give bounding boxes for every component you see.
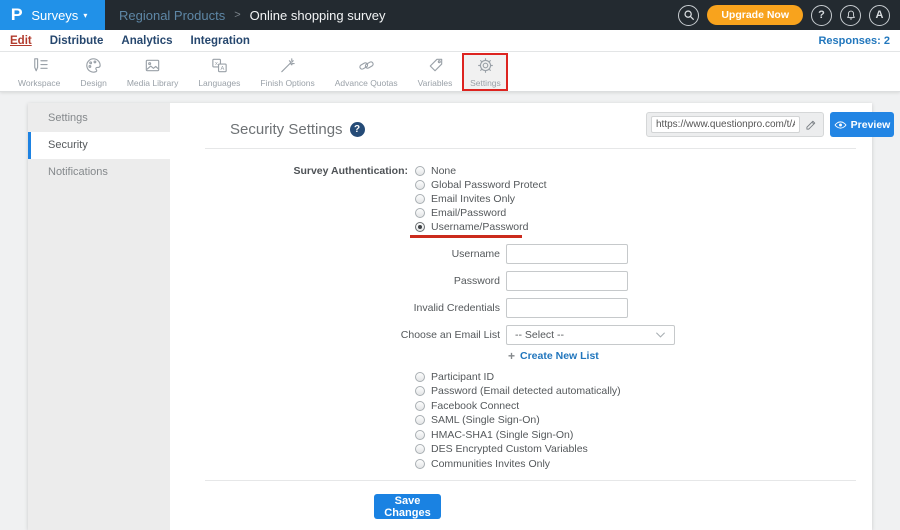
toolbar-item-media-library[interactable]: Media Library — [117, 53, 189, 91]
eye-icon — [834, 120, 847, 129]
avatar[interactable]: A — [869, 4, 890, 26]
toolbar-item-design[interactable]: Design — [70, 53, 116, 91]
finish-options-icon — [281, 57, 295, 72]
responses-count[interactable]: Responses: 2 — [818, 35, 890, 47]
radio-option-facebook-connect[interactable]: Facebook Connect — [415, 399, 872, 414]
bell-icon — [846, 10, 855, 20]
radio-icon-selected[interactable] — [415, 222, 425, 232]
nav-tab-analytics[interactable]: Analytics — [121, 35, 172, 47]
invalid-credentials-label: Invalid Credentials — [413, 301, 500, 314]
radio-icon[interactable] — [415, 208, 425, 218]
radio-option-username-password[interactable]: Username/Password — [415, 220, 547, 234]
email-list-label: Choose an Email List — [400, 328, 500, 341]
plus-icon: + — [508, 349, 516, 363]
username-label: Username — [451, 247, 500, 260]
radio-option-communities-invites-only[interactable]: Communities Invites Only — [415, 457, 872, 472]
chevron-down-icon — [655, 331, 666, 338]
save-changes-button[interactable]: Save Changes — [374, 494, 441, 519]
sidebar-item-settings[interactable]: Settings — [28, 105, 170, 132]
survey-nav: Edit Distribute Analytics Integration Re… — [0, 30, 900, 52]
search-button[interactable] — [678, 4, 700, 26]
preview-button[interactable]: Preview — [830, 112, 894, 137]
toolbar-item-languages[interactable]: x A Languages — [188, 53, 250, 91]
radio-icon[interactable] — [415, 444, 425, 455]
languages-icon: x A — [212, 58, 227, 72]
radio-icon[interactable] — [415, 386, 425, 397]
workspace-icon — [33, 57, 48, 71]
toolbar-item-variables[interactable]: Variables — [408, 53, 463, 91]
edit-pencil-icon[interactable] — [805, 119, 817, 131]
breadcrumb-current: Online shopping survey — [249, 7, 386, 23]
surveys-menu[interactable]: P Surveys ▾ — [0, 0, 105, 30]
help-button[interactable]: ? — [811, 4, 832, 26]
help-question-icon[interactable]: ? — [349, 121, 365, 137]
radio-option-des-encrypted-variables[interactable]: DES Encrypted Custom Variables — [415, 442, 872, 457]
radio-option-hmac-sha1-sso[interactable]: HMAC-SHA1 (Single Sign-On) — [415, 428, 872, 443]
breadcrumb-project[interactable]: Regional Products — [119, 8, 225, 23]
password-label: Password — [453, 274, 500, 287]
radio-icon[interactable] — [415, 371, 425, 382]
radio-icon[interactable] — [415, 194, 425, 204]
security-settings-pane: Security Settings ? Survey Authenticatio… — [170, 103, 872, 530]
radio-option-email-password[interactable]: Email/Password — [415, 206, 547, 220]
radio-option-global-password-protect[interactable]: Global Password Protect — [415, 178, 547, 192]
page-title: Security Settings — [230, 120, 343, 138]
username-field[interactable] — [506, 243, 628, 264]
upgrade-now-button[interactable]: Upgrade Now — [707, 5, 803, 25]
create-new-list-link[interactable]: + Create New List — [508, 349, 872, 363]
radio-icon[interactable] — [415, 458, 425, 469]
media-library-icon — [145, 59, 160, 71]
questionpro-logo: P — [10, 5, 23, 24]
svg-text:x: x — [215, 61, 218, 67]
toolbar-item-finish-options[interactable]: Finish Options — [250, 53, 324, 91]
top-bar: P Surveys ▾ Regional Products > Online s… — [0, 0, 900, 30]
radio-option-email-invites-only[interactable]: Email Invites Only — [415, 192, 547, 206]
email-list-select[interactable]: -- Select -- — [506, 324, 675, 345]
nav-tab-distribute[interactable]: Distribute — [50, 35, 104, 47]
password-field[interactable] — [506, 270, 628, 291]
caret-down-icon: ▾ — [83, 11, 88, 20]
design-icon — [86, 57, 101, 73]
radio-icon[interactable] — [415, 166, 425, 176]
radio-icon[interactable] — [415, 400, 425, 411]
edit-toolbar: Workspace Design Media Library x A Langu… — [0, 52, 900, 137]
svg-text:A: A — [220, 66, 224, 72]
survey-url-box — [646, 112, 824, 137]
invalid-credentials-field[interactable] — [506, 297, 628, 318]
radio-option-participant-id[interactable]: Participant ID — [415, 370, 872, 385]
auth-options-bottom: Participant ID Password (Email detected … — [415, 370, 872, 472]
sidebar-item-security[interactable]: Security — [28, 132, 170, 159]
breadcrumb-separator: > — [234, 9, 241, 21]
nav-tab-edit[interactable]: Edit — [10, 35, 32, 47]
notifications-button[interactable] — [840, 4, 861, 26]
radio-icon[interactable] — [415, 180, 425, 190]
survey-url-input[interactable] — [651, 116, 800, 133]
nav-tab-integration[interactable]: Integration — [191, 35, 250, 47]
survey-authentication-label: Survey Authentication: — [293, 165, 408, 177]
email-list-selected-value: -- Select -- — [515, 328, 565, 341]
search-icon — [684, 10, 694, 20]
radio-option-saml-sso[interactable]: SAML (Single Sign-On) — [415, 413, 872, 428]
radio-option-password-email-detected[interactable]: Password (Email detected automatically) — [415, 384, 872, 399]
divider — [205, 480, 856, 481]
settings-sidebar: Settings Security Notifications — [28, 103, 170, 530]
breadcrumb: Regional Products > Online shopping surv… — [119, 8, 386, 23]
radio-icon[interactable] — [415, 429, 425, 440]
toolbar-item-advance-quotas[interactable]: Advance Quotas — [325, 53, 408, 91]
radio-option-none[interactable]: None — [415, 164, 547, 178]
divider — [205, 148, 856, 149]
sidebar-item-notifications[interactable]: Notifications — [28, 159, 170, 186]
advance-quotas-icon — [359, 60, 374, 70]
toolbar-item-settings annotation-box[interactable]: Settings — [462, 52, 509, 91]
toolbar-item-workspace[interactable]: Workspace — [8, 53, 70, 91]
radio-icon[interactable] — [415, 415, 425, 426]
auth-options-top: None Global Password Protect Email Invit… — [410, 164, 547, 238]
security-form: Survey Authentication: None Global Passw… — [170, 164, 872, 519]
surveys-menu-label: Surveys — [31, 7, 79, 23]
annotation-underline — [410, 235, 522, 238]
settings-gear-icon — [478, 57, 493, 73]
content-panel: Settings Security Notifications Security… — [28, 103, 872, 530]
variables-icon — [429, 58, 442, 71]
